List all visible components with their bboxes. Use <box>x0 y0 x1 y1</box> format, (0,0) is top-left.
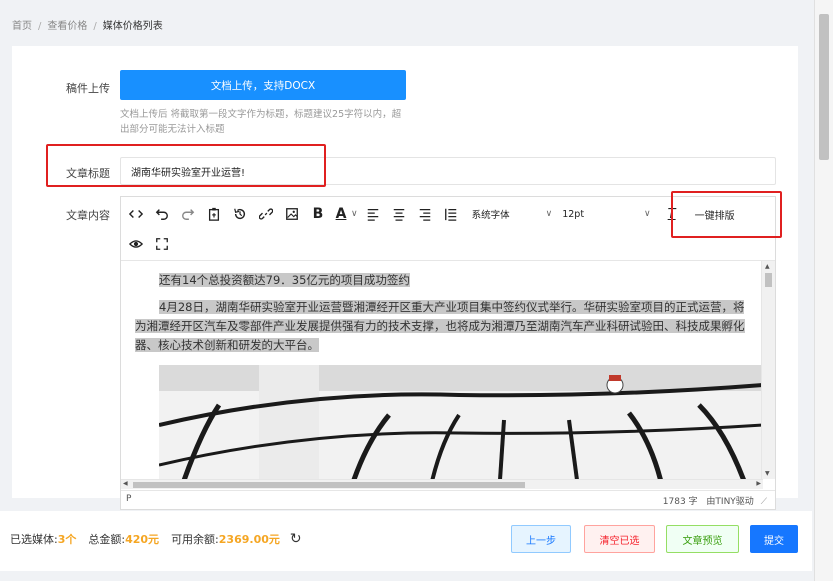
article-image[interactable] <box>159 365 763 479</box>
history-icon[interactable] <box>229 203 251 225</box>
submit-button[interactable]: 提交 <box>750 525 798 553</box>
link-icon[interactable] <box>255 203 277 225</box>
breadcrumb-home[interactable]: 首页 <box>12 21 32 32</box>
word-count: 1783 字 <box>662 497 698 507</box>
chevron-down-icon: ∨ <box>644 209 651 219</box>
align-center-icon[interactable] <box>388 203 410 225</box>
line-height-icon[interactable] <box>440 203 462 225</box>
content-label: 文章内容 <box>66 209 110 222</box>
scrollbar-thumb[interactable] <box>765 273 772 287</box>
font-size-value: 12pt <box>562 208 585 220</box>
editor-horizontal-scrollbar[interactable]: ◀ ▶ <box>121 479 763 489</box>
redo-icon[interactable] <box>177 203 199 225</box>
statusbar-right: 1783 字 由TINY驱动 ⟋ <box>663 494 767 507</box>
undo-icon[interactable] <box>151 203 173 225</box>
annotation-box-title <box>46 144 326 187</box>
selected-media-value: 3个 <box>57 533 77 546</box>
breadcrumb-separator: / <box>38 21 42 32</box>
align-right-icon[interactable] <box>414 203 436 225</box>
font-family-select[interactable]: 系统字体 ∨ <box>472 207 553 221</box>
font-size-select[interactable]: 12pt ∨ <box>562 209 650 220</box>
breadcrumb-current: 媒体价格列表 <box>102 21 163 32</box>
fullscreen-icon[interactable] <box>151 233 173 255</box>
refresh-icon[interactable]: ↻ <box>290 531 302 547</box>
breadcrumb: 首页 / 查看价格 / 媒体价格列表 <box>12 17 163 32</box>
bold-icon[interactable]: B <box>307 203 329 225</box>
clear-selected-button[interactable]: 清空已选 <box>584 525 655 553</box>
article-preview-button[interactable]: 文章预览 <box>666 525 739 553</box>
editor-paragraph: 还有14个总投资额达79．35亿元的项目成功签约 <box>135 261 749 290</box>
total-amount-value: 420元 <box>125 533 160 546</box>
font-family-value: 系统字体 <box>471 210 510 221</box>
order-summary: 已选媒体: 3个 总金额: 420元 可用余额: 2369.00元 ↻ <box>10 531 302 547</box>
annotation-box-format <box>671 191 782 238</box>
upload-label: 稿件上传 <box>66 82 110 95</box>
total-amount-label: 总金额: <box>88 533 126 546</box>
align-left-icon[interactable] <box>362 203 384 225</box>
rich-text-editor: B A ∨ 系统字体 ∨ 12pt ∨ T 一键排版 还有14个总投资额达79．… <box>120 196 776 510</box>
page-scrollbar[interactable] <box>814 0 833 581</box>
paragraph-text: 还有14个总投资额达79．35亿元的项目成功签约 <box>159 273 410 287</box>
breadcrumb-price[interactable]: 查看价格 <box>47 21 87 32</box>
resize-handle-icon[interactable]: ⟋ <box>761 497 767 507</box>
editor-content[interactable]: 还有14个总投资额达79．35亿元的项目成功签约 4月28日，湖南华研实验室开业… <box>121 261 763 479</box>
font-color-icon[interactable]: A <box>333 203 349 225</box>
chevron-down-icon: ∨ <box>545 209 553 219</box>
breadcrumb-separator: / <box>93 21 97 32</box>
scrollbar-thumb[interactable] <box>819 14 829 160</box>
editor-vertical-scrollbar[interactable]: ▲ ▼ <box>761 261 775 479</box>
scroll-down-icon[interactable]: ▼ <box>765 470 770 477</box>
preview-icon[interactable] <box>125 233 147 255</box>
editor-paragraph: 4月28日，湖南华研实验室开业运营暨湘潭经开区重大产业项目集中签约仪式举行。华研… <box>135 298 749 355</box>
balance-label: 可用余额: <box>171 533 219 546</box>
scroll-left-icon[interactable]: ◀ <box>123 480 128 487</box>
code-view-icon[interactable] <box>125 203 147 225</box>
prev-step-button[interactable]: 上一步 <box>511 525 571 553</box>
upload-hint: 文档上传后 将截取第一段文字作为标题，标题建议25字符以内，超出部分可能无法计入… <box>120 109 402 135</box>
powered-by[interactable]: 由TINY驱动 <box>706 497 753 507</box>
selected-media-label: 已选媒体: <box>10 533 58 546</box>
font-color-dropdown-icon[interactable]: ∨ <box>351 209 358 219</box>
image-icon[interactable] <box>281 203 303 225</box>
element-path[interactable]: P <box>126 494 131 504</box>
paste-text-icon[interactable] <box>203 203 225 225</box>
scrollbar-thumb[interactable] <box>133 482 525 488</box>
scroll-up-icon[interactable]: ▲ <box>765 263 770 270</box>
footer-bar: 已选媒体: 3个 总金额: 420元 可用余额: 2369.00元 ↻ 上一步 … <box>0 511 812 571</box>
balance-value: 2369.00元 <box>218 533 280 546</box>
paragraph-text: 4月28日，湖南华研实验室开业运营暨湘潭经开区重大产业项目集中签约仪式举行。华研… <box>135 300 745 352</box>
editor-statusbar: P 1783 字 由TINY驱动 ⟋ <box>121 490 775 509</box>
upload-docx-button[interactable]: 文档上传，支持DOCX <box>120 70 406 100</box>
scroll-right-icon[interactable]: ▶ <box>756 480 761 487</box>
